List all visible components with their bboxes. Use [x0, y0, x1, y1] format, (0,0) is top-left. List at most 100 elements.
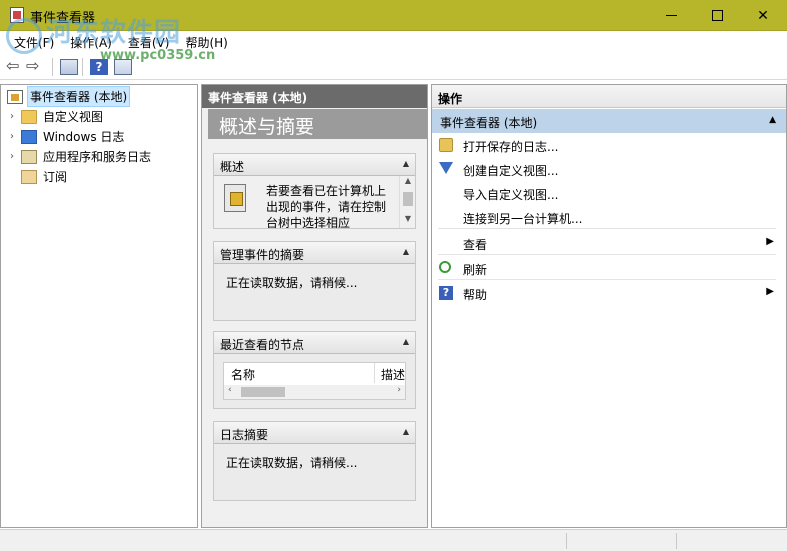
custom-views-folder-icon: [21, 109, 37, 124]
action-label: 帮助: [463, 288, 488, 302]
event-log-icon: [224, 184, 246, 212]
section-title: 最近查看的节点: [220, 338, 305, 352]
tree-item-label: 订阅: [43, 170, 68, 184]
actions-pane-header: 操作: [432, 85, 786, 108]
forward-arrow-icon[interactable]: ⇨: [26, 58, 44, 75]
expand-chevron-icon[interactable]: ›: [7, 111, 17, 122]
action-view[interactable]: 查看 ▶: [432, 231, 782, 255]
tree-item-custom-views[interactable]: › 自定义视图: [1, 107, 105, 126]
tree-item-app-service-logs[interactable]: › 应用程序和服务日志: [1, 147, 153, 166]
action-refresh[interactable]: 刷新: [432, 256, 782, 280]
open-folder-icon: [439, 138, 453, 152]
log-summary-loading-text: 正在读取数据，请稍候...: [226, 456, 358, 470]
minimize-button[interactable]: [648, 0, 694, 31]
overview-section: 概述 ▲ 若要查看已在计算机上出现的事件，请在控制台树中选择相应 ▲ ▼: [213, 153, 416, 229]
tree-item-subscriptions[interactable]: 订阅: [1, 167, 69, 186]
event-viewer-app-icon: [10, 7, 24, 23]
section-title: 管理事件的摘要: [220, 248, 305, 262]
menu-action[interactable]: 操作(A): [62, 32, 120, 53]
action-label: 查看: [463, 238, 488, 252]
column-header-description[interactable]: 描述: [381, 366, 405, 383]
submenu-arrow-icon: ▶: [766, 236, 774, 247]
show-hide-console-tree-icon[interactable]: [60, 59, 78, 75]
app-service-logs-icon: [21, 149, 37, 164]
toolbar-separator: [52, 58, 53, 76]
title-bar: 事件查看器 ✕: [0, 0, 787, 31]
vertical-scrollbar[interactable]: ▲ ▼: [399, 176, 415, 228]
action-open-saved-log[interactable]: 打开保存的日志...: [432, 133, 782, 157]
toolbar-separator: [82, 58, 83, 76]
scroll-left-icon[interactable]: ‹: [228, 385, 232, 395]
action-help[interactable]: ? 帮助 ▶: [432, 281, 782, 305]
tree-item-windows-logs[interactable]: › Windows 日志: [1, 127, 126, 146]
scroll-thumb[interactable]: [241, 387, 285, 397]
collapse-arrow-icon[interactable]: ▲: [403, 247, 409, 256]
menu-bar: 文件(F) 操作(A) 查看(V) 帮助(H): [0, 31, 787, 53]
help-icon[interactable]: ?: [90, 59, 108, 75]
refresh-icon: [439, 261, 451, 273]
overview-body: 若要查看已在计算机上出现的事件，请在控制台树中选择相应 ▲ ▼: [214, 176, 415, 228]
back-arrow-icon[interactable]: ⇦: [6, 58, 24, 75]
windows-logs-icon: [21, 129, 37, 144]
horizontal-scrollbar[interactable]: ‹ ›: [224, 385, 405, 399]
summary-pane-subtitle: 概述与摘要: [208, 109, 427, 139]
scroll-down-icon[interactable]: ▼: [400, 214, 415, 228]
console-tree: 事件查看器 (本地) › 自定义视图 › Windows 日志 › 应用程序和服…: [0, 84, 198, 528]
subscriptions-icon: [21, 169, 37, 184]
action-label: 创建自定义视图...: [463, 164, 559, 178]
maximize-icon: [711, 10, 723, 21]
tree-item-root[interactable]: 事件查看器 (本地): [1, 86, 131, 107]
actions-group-label: 事件查看器 (本地): [440, 116, 538, 130]
action-connect-another-computer[interactable]: 连接到另一台计算机...: [432, 205, 782, 229]
scroll-right-icon[interactable]: ›: [397, 385, 401, 395]
managed-events-summary-section: 管理事件的摘要 ▲ 正在读取数据，请稍候...: [213, 241, 416, 321]
summary-pane: 事件查看器 (本地) 概述与摘要 概述 ▲ 若要查看已在计算机上出现的事件，请在…: [201, 84, 428, 528]
tree-item-label: 事件查看器 (本地): [27, 86, 131, 107]
toolbar: ⇦ ⇨ ?: [0, 53, 787, 80]
log-summary-section-header[interactable]: 日志摘要 ▲: [214, 422, 415, 444]
minimize-icon: [665, 15, 677, 16]
scroll-thumb[interactable]: [403, 192, 413, 206]
tree-item-label: Windows 日志: [43, 130, 125, 144]
overview-text: 若要查看已在计算机上出现的事件，请在控制台树中选择相应: [266, 184, 387, 228]
action-create-custom-view[interactable]: 创建自定义视图...: [432, 157, 782, 181]
collapse-arrow-icon[interactable]: ▲: [403, 427, 409, 436]
maximize-button[interactable]: [694, 0, 740, 31]
summary-loading-text: 正在读取数据，请稍候...: [226, 276, 358, 290]
event-viewer-icon: [7, 89, 23, 104]
tree-item-label: 应用程序和服务日志: [43, 150, 152, 164]
column-header-name[interactable]: 名称: [231, 366, 255, 383]
help-icon: ?: [439, 286, 453, 300]
summary-section-header[interactable]: 管理事件的摘要 ▲: [214, 242, 415, 264]
recent-section-header[interactable]: 最近查看的节点 ▲: [214, 332, 415, 354]
tree-item-label: 自定义视图: [43, 110, 104, 124]
menu-help[interactable]: 帮助(H): [177, 32, 235, 53]
overview-section-header[interactable]: 概述 ▲: [214, 154, 415, 176]
action-label: 刷新: [463, 263, 488, 277]
expand-chevron-icon[interactable]: ›: [7, 151, 17, 162]
action-label: 连接到另一台计算机...: [463, 212, 583, 226]
submenu-arrow-icon: ▶: [766, 286, 774, 297]
menu-view[interactable]: 查看(V): [120, 32, 178, 53]
actions-group-header[interactable]: 事件查看器 (本地) ▲: [432, 109, 786, 133]
recent-nodes-list[interactable]: 名称 描述 ‹ ›: [223, 362, 406, 400]
collapse-arrow-icon[interactable]: ▲: [403, 337, 409, 346]
action-label: 打开保存的日志...: [463, 140, 559, 154]
action-import-custom-view[interactable]: 导入自定义视图...: [432, 181, 782, 205]
close-icon: ✕: [757, 7, 769, 24]
close-button[interactable]: ✕: [740, 0, 786, 31]
scroll-up-icon[interactable]: ▲: [400, 176, 415, 190]
log-summary-section: 日志摘要 ▲ 正在读取数据，请稍候...: [213, 421, 416, 501]
menu-file[interactable]: 文件(F): [6, 32, 62, 53]
expand-chevron-icon[interactable]: ›: [7, 131, 17, 142]
recently-viewed-nodes-section: 最近查看的节点 ▲ 名称 描述 ‹ ›: [213, 331, 416, 409]
show-hide-action-pane-icon[interactable]: [114, 59, 132, 75]
section-title: 概述: [220, 160, 245, 174]
section-title: 日志摘要: [220, 428, 269, 442]
collapse-arrow-icon[interactable]: ▲: [403, 159, 409, 168]
collapse-arrow-icon[interactable]: ▲: [769, 115, 776, 125]
status-bar: [0, 529, 787, 551]
filter-icon: [439, 162, 453, 174]
actions-pane: 操作 事件查看器 (本地) ▲ 打开保存的日志... 创建自定义视图... 导入…: [431, 84, 787, 528]
action-label: 导入自定义视图...: [463, 188, 559, 202]
